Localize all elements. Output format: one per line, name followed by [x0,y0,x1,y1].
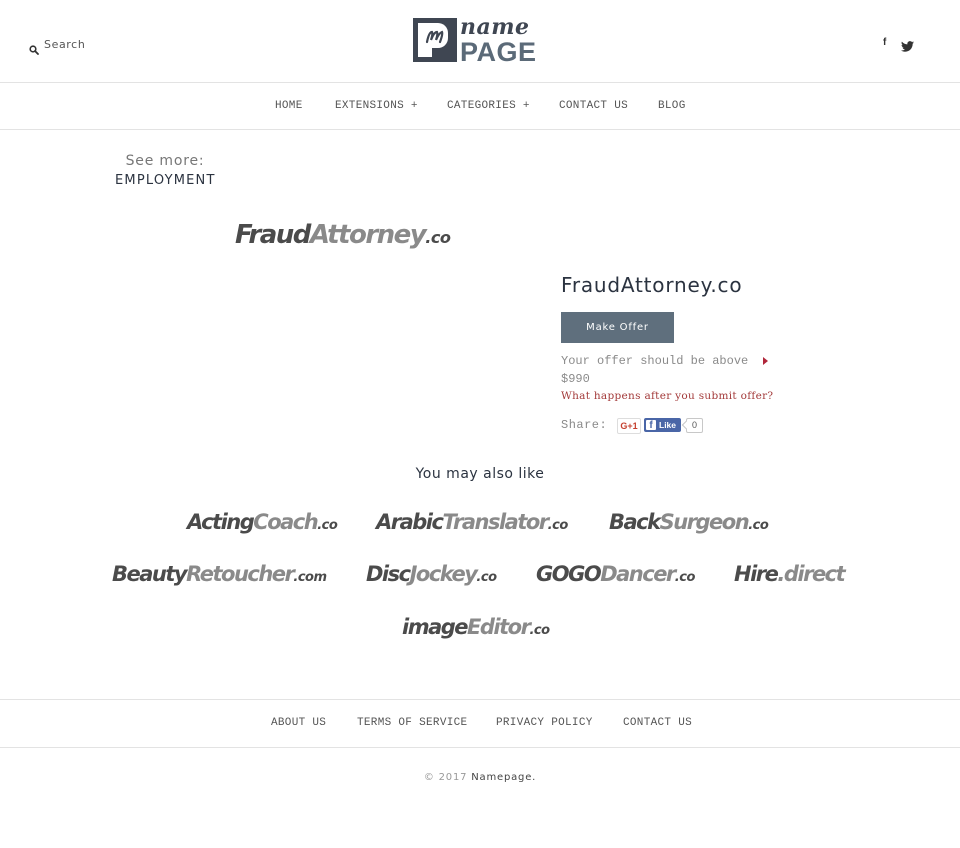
related-dark: Back [609,510,661,534]
facebook-like-label: Like [659,420,677,430]
share-label: Share: [561,418,608,432]
domain-logo-image: FraudAttorney.co [235,220,451,250]
related-domain[interactable]: imageEditor.co [402,615,550,639]
related-dark: Arabic [376,510,444,534]
related-dark: Beauty [112,562,188,586]
related-light: Coach [253,510,318,534]
nav-contact-us[interactable]: CONTACT US [559,100,628,112]
logo-monogram [413,18,457,62]
related-light: Editor [467,615,531,639]
related-ext: .co [674,570,696,585]
logo-name-text: name [460,14,530,40]
related-domain[interactable]: Hire.direct [734,562,846,586]
nav-extensions[interactable]: EXTENSIONS + [335,100,418,112]
copyright: © 2017 Namepage. [0,772,960,783]
related-dark: Disc [366,562,411,586]
nav-categories[interactable]: CATEGORIES + [447,100,530,112]
related-ext: .co [317,518,338,533]
related-domain[interactable]: DiscJockey.co [366,562,497,586]
related-heading: You may also like [415,466,545,482]
main-nav: HOME EXTENSIONS + CATEGORIES + CONTACT U… [0,83,960,130]
search-button[interactable]: Search [29,38,86,55]
logo-page-text: PAGE [460,37,537,67]
what-happens-link[interactable]: What happens after you submit offer? [561,390,773,402]
domain-title: FraudAttorney.co [561,273,743,297]
related-domain[interactable]: BeautyRetoucher.com [112,562,327,586]
related-light: Surgeon [659,510,750,534]
related-domain[interactable]: ActingCoach.co [187,510,338,534]
category-link[interactable]: EMPLOYMENT [115,173,215,188]
related-dark: GOGO [536,562,602,586]
domain-logo-dark: Fraud [235,220,311,250]
site-header: Search name PAGE f [0,0,960,83]
see-more: See more: EMPLOYMENT [115,153,215,188]
related-light: Translator [442,510,549,534]
brand-link[interactable]: Namepage. [471,772,536,783]
nav-home[interactable]: HOME [275,100,303,112]
copyright-text: © 2017 [423,772,468,783]
related-light: .direct [777,562,845,586]
related-dark: Acting [187,510,255,534]
related-light: Dancer [600,562,676,586]
footer-nav: ABOUT US TERMS OF SERVICE PRIVACY POLICY… [0,699,960,748]
site-logo[interactable]: name PAGE [413,14,549,67]
footer-contact-us[interactable]: CONTACT US [623,717,692,729]
related-light: Jockey [409,562,478,586]
twitter-icon [901,37,914,56]
related-dark: image [402,615,469,639]
footer-about-us[interactable]: ABOUT US [271,717,326,729]
related-domain[interactable]: ArabicTranslator.co [376,510,568,534]
offer-minimum-note: Your offer should be above $990 [561,354,749,386]
domain-logo-light: Attorney [309,220,427,250]
caret-right-icon[interactable] [763,357,768,365]
related-ext: .com [293,570,327,585]
see-more-label: See more: [125,153,205,169]
related-ext: .co [529,623,550,638]
footer-privacy-policy[interactable]: PRIVACY POLICY [496,717,593,729]
nav-blog[interactable]: BLOG [658,100,686,112]
footer-terms-of-service[interactable]: TERMS OF SERVICE [357,717,467,729]
facebook-icon: f [646,420,656,431]
related-domain[interactable]: BackSurgeon.co [609,510,769,534]
facebook-like-button[interactable]: f Like [644,418,681,432]
facebook-link[interactable]: f [883,37,886,48]
search-label: Search [44,38,86,51]
related-ext: .co [547,518,569,533]
related-dark: Hire [734,562,779,586]
google-plus-button[interactable]: G+1 [617,418,641,434]
twitter-link[interactable] [901,37,914,56]
related-ext: .co [748,518,769,533]
facebook-like-count: 0 [686,418,703,433]
domain-logo-ext: .co [425,228,451,247]
related-ext: .co [476,570,497,585]
make-offer-button[interactable]: Make Offer [561,312,674,343]
logo-wordmark: name PAGE [460,14,537,67]
related-light: Retoucher [186,562,295,586]
search-icon [29,40,39,55]
related-domain[interactable]: GOGODancer.co [536,562,695,586]
facebook-icon: f [883,37,887,48]
